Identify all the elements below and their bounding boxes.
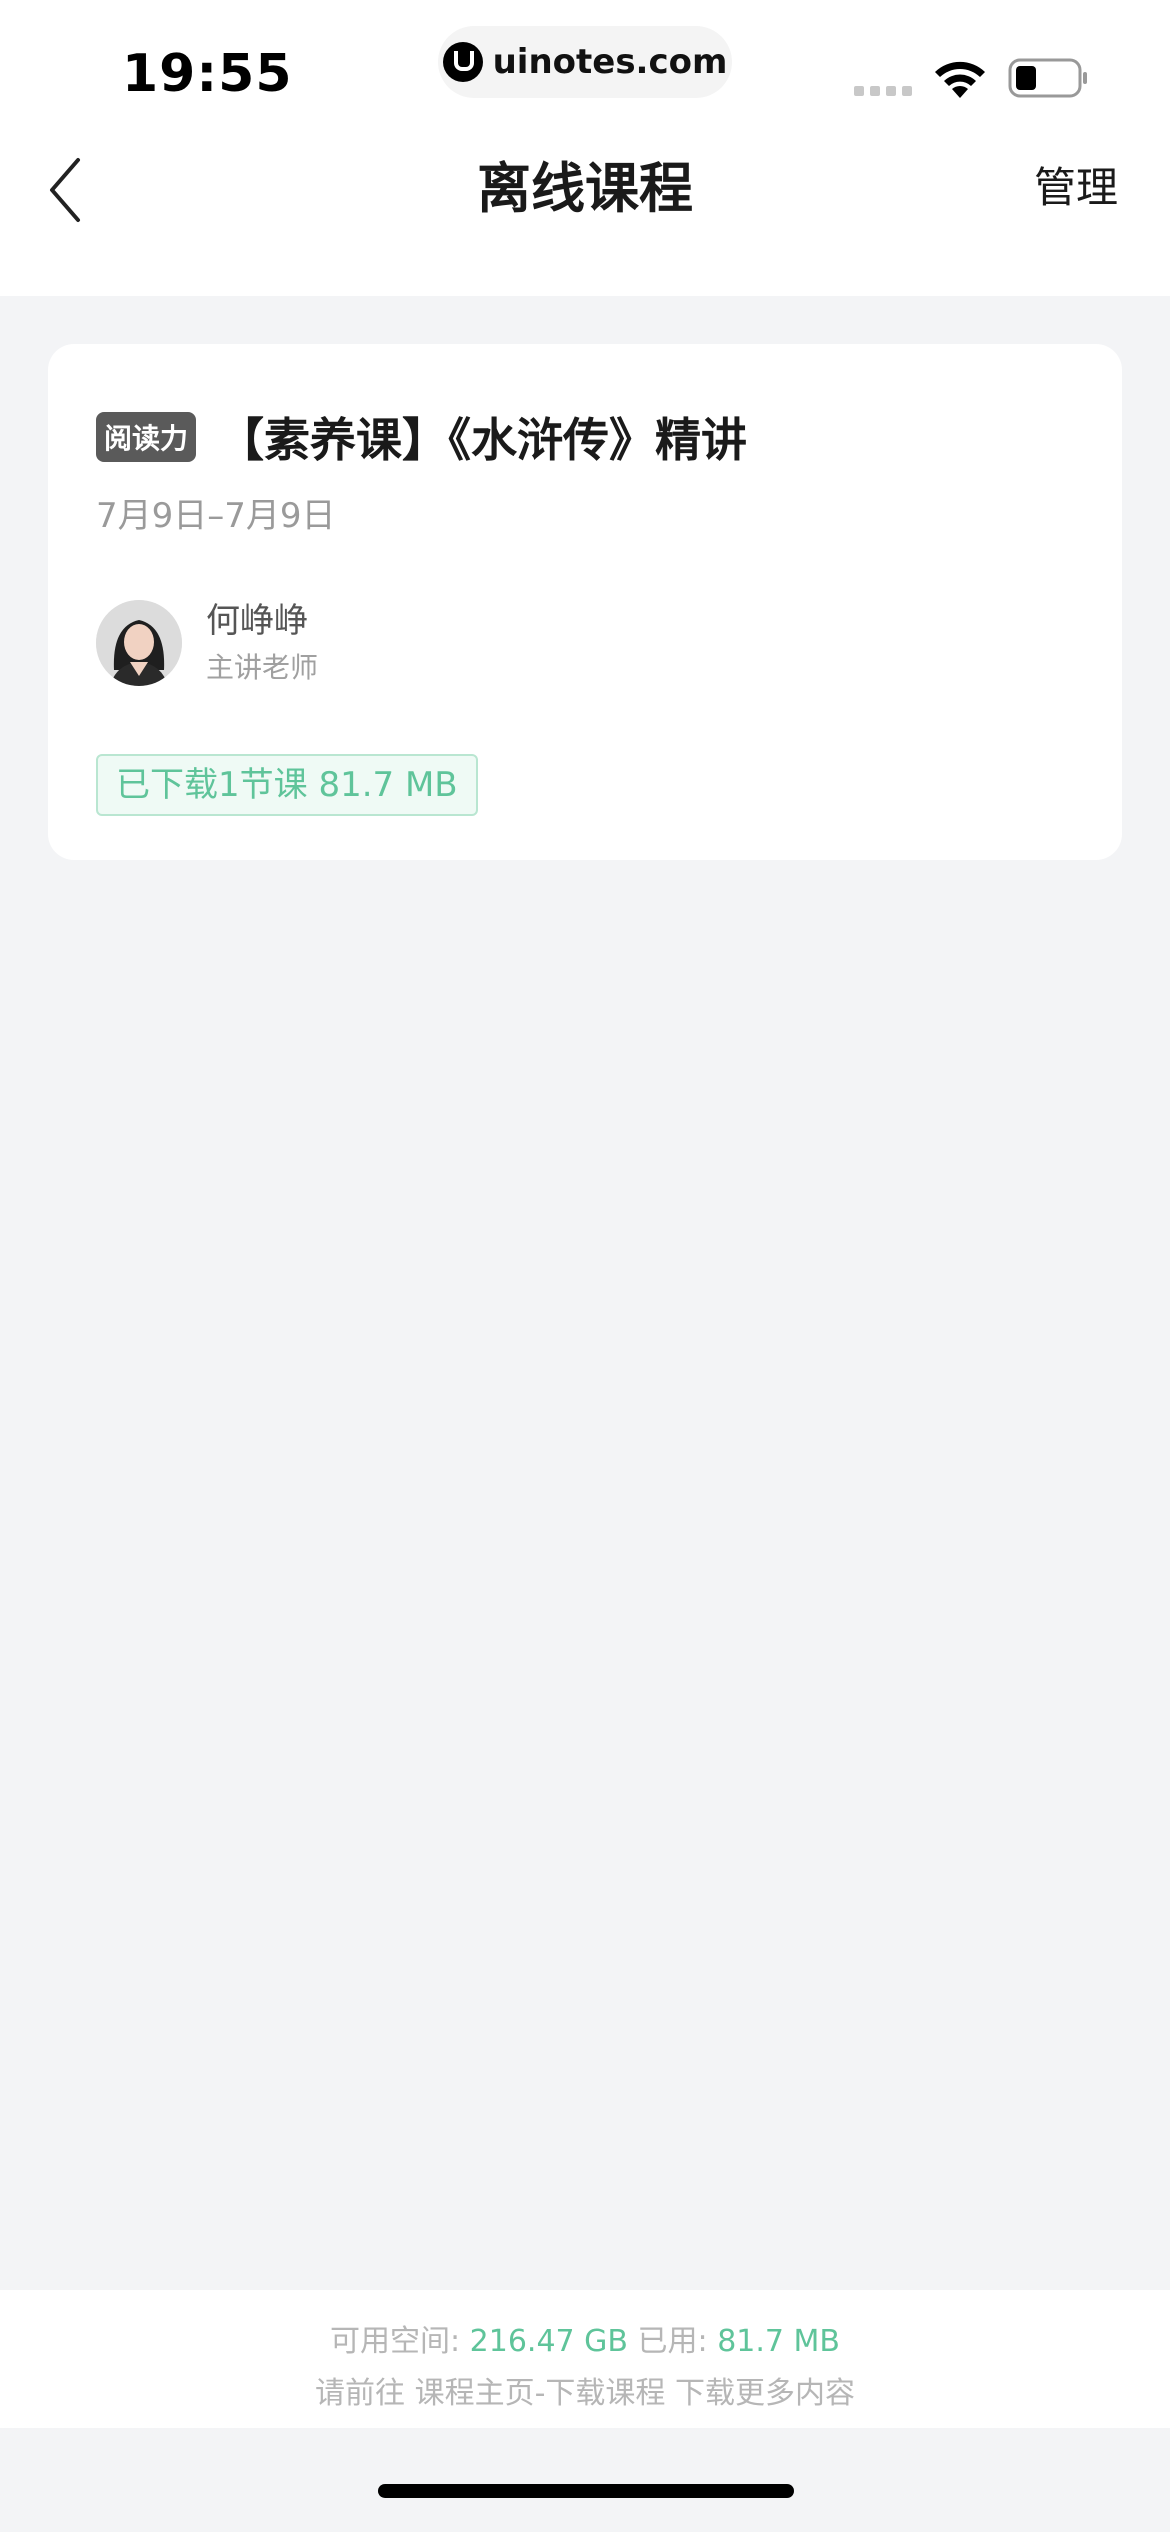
page-title: 离线课程 — [477, 157, 693, 220]
course-title: 【素养课】《水浒传》精讲 — [218, 413, 748, 467]
download-hint-suffix: 下载更多内容 — [665, 2376, 855, 2411]
site-logo-icon — [442, 42, 483, 82]
teacher-name: 何峥峥 — [206, 601, 308, 641]
storage-footer: 可用空间: 216.47 GB 已用: 81.7 MB 请前往 课程主页-下载课… — [0, 2290, 1170, 2428]
teacher-avatar-icon — [96, 600, 182, 686]
manage-button[interactable]: 管理 — [1034, 154, 1118, 215]
downloaded-lessons-badge[interactable]: 已下载1节课 81.7 MB — [96, 754, 478, 816]
course-category-badge: 阅读力 — [96, 412, 197, 462]
wifi-icon — [935, 61, 985, 98]
nav-bar: 离线课程 管理 — [0, 136, 1170, 296]
available-space-label: 可用空间: — [330, 2324, 470, 2359]
used-space-value: 81.7 MB — [717, 2324, 840, 2359]
teacher-role: 主讲老师 — [206, 651, 319, 684]
available-space-value: 216.47 GB — [469, 2324, 628, 2359]
status-bar: 19:55 uinotes.com — [0, 0, 1170, 136]
used-space-label: 已用: — [628, 2324, 718, 2359]
battery-icon — [1008, 58, 1087, 98]
teacher-text: 何峥峥 主讲老师 — [206, 598, 318, 688]
download-hint-prefix: 请前往 — [315, 2376, 415, 2411]
download-hint: 请前往 课程主页-下载课程 下载更多内容 — [0, 2368, 1170, 2412]
teacher-info: 何峥峥 主讲老师 — [96, 598, 318, 688]
url-text: uinotes.com — [492, 42, 728, 82]
status-time: 19:55 — [122, 44, 293, 104]
course-date-range: 7月9日–7月9日 — [96, 496, 336, 536]
home-indicator[interactable] — [378, 2484, 794, 2498]
url-pill[interactable]: uinotes.com — [438, 26, 732, 98]
storage-usage: 可用空间: 216.47 GB 已用: 81.7 MB — [0, 2316, 1170, 2360]
course-title-row: 阅读力 【素养课】《水浒传》精讲 — [96, 404, 747, 470]
cellular-signal-icon — [854, 86, 912, 96]
course-card[interactable]: 阅读力 【素养课】《水浒传》精讲 7月9日–7月9日 何峥峥 主讲老师 已下载1… — [48, 344, 1122, 860]
teacher-avatar — [96, 600, 182, 686]
course-download-link[interactable]: 课程主页-下载课程 — [415, 2376, 666, 2411]
